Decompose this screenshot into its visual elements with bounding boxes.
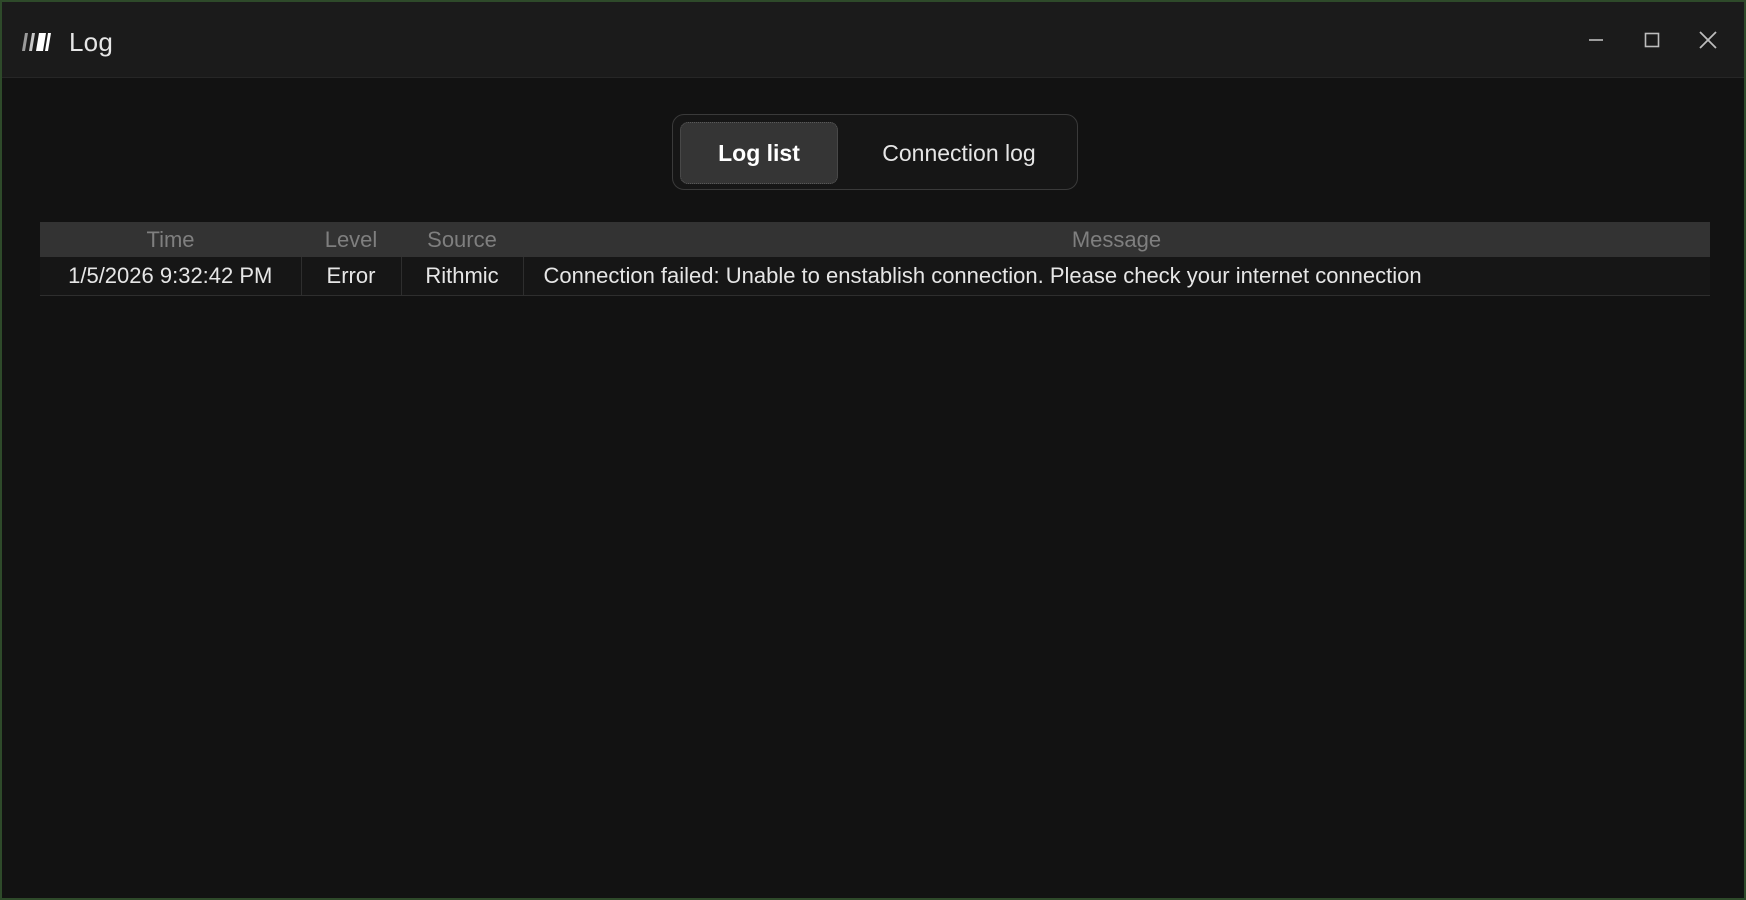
app-logo-icon: [22, 33, 51, 51]
log-table: Time Level Source Message 1/5/2026 9:32:…: [40, 222, 1710, 296]
cell-source: Rithmic: [401, 257, 524, 296]
tab-log-list[interactable]: Log list: [680, 122, 838, 184]
log-window: Log Log list Connection log Time Level S…: [0, 0, 1746, 900]
column-header-time[interactable]: Time: [40, 222, 301, 257]
minimize-button[interactable]: [1576, 20, 1616, 60]
minimize-icon: [1589, 39, 1603, 41]
cell-time: 1/5/2026 9:32:42 PM: [40, 257, 302, 296]
window-title: Log: [69, 27, 113, 57]
column-header-level[interactable]: Level: [301, 222, 401, 257]
title-bar[interactable]: Log: [2, 2, 1744, 78]
table-row[interactable]: 1/5/2026 9:32:42 PM Error Rithmic Connec…: [40, 257, 1710, 296]
column-header-source[interactable]: Source: [401, 222, 523, 257]
close-icon: [1699, 31, 1717, 49]
table-header-row: Time Level Source Message: [40, 222, 1710, 257]
log-view-switcher: Log list Connection log: [672, 114, 1078, 190]
maximize-button[interactable]: [1632, 20, 1672, 60]
cell-message: Connection failed: Unable to enstablish …: [523, 257, 1710, 296]
close-button[interactable]: [1688, 20, 1728, 60]
cell-level: Error: [301, 257, 402, 296]
maximize-icon: [1644, 32, 1660, 48]
column-header-message[interactable]: Message: [523, 222, 1710, 257]
tab-connection-log[interactable]: Connection log: [848, 122, 1070, 184]
